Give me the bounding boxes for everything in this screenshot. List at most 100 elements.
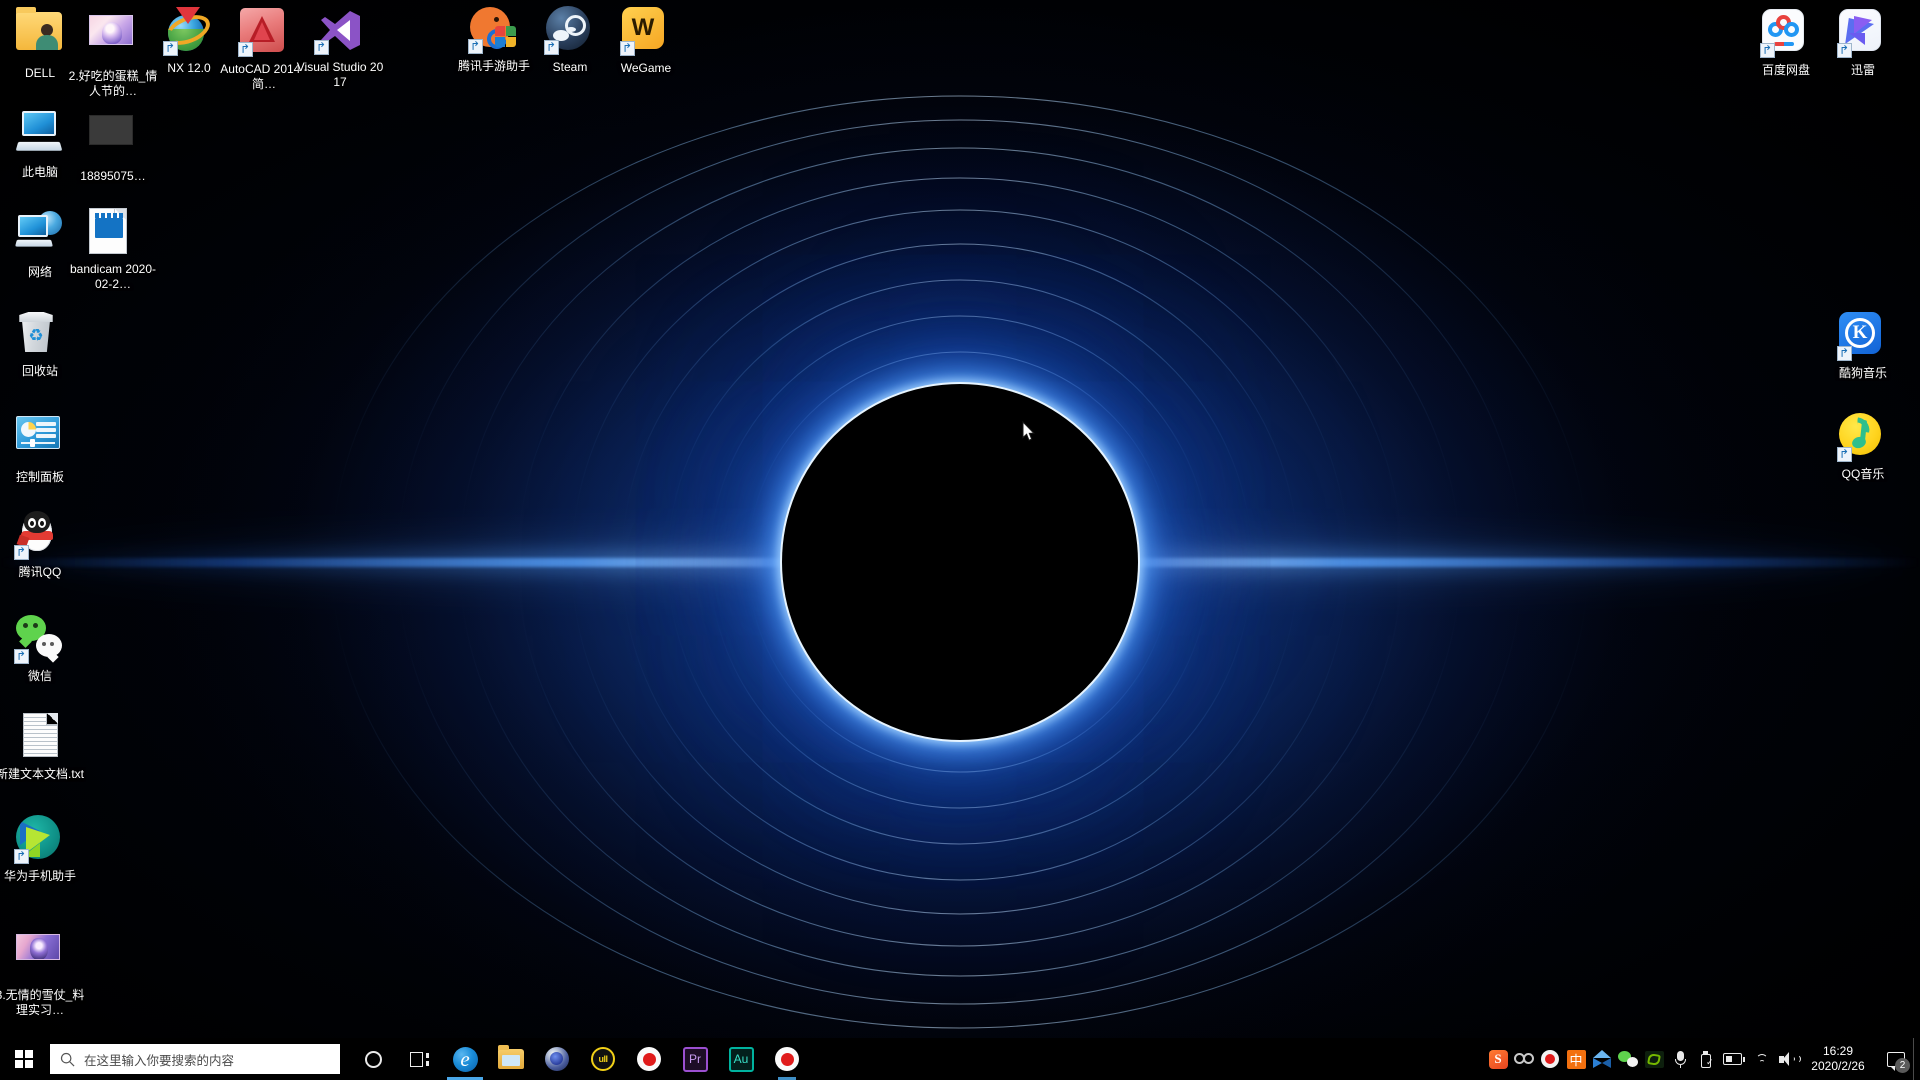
steam-icon <box>544 6 594 55</box>
search-input[interactable]: 在这里输入你要搜索的内容 <box>50 1044 340 1074</box>
shortcut-arrow-icon <box>1837 447 1852 462</box>
shortcut-arrow-icon <box>544 40 559 55</box>
shortcut-arrow-icon <box>468 39 483 54</box>
usb-icon: ✓ <box>1700 1050 1714 1068</box>
autocad-icon <box>238 8 288 57</box>
desktop-icon-wechat[interactable]: 微信 <box>0 611 86 684</box>
desktop-icon-text-document[interactable]: 新建文本文档.txt <box>0 712 86 782</box>
tray-microphone-button[interactable] <box>1667 1038 1693 1080</box>
browser-sphere-icon <box>545 1047 569 1071</box>
volume-icon <box>1779 1051 1801 1067</box>
baidu-netdisk-icon <box>1760 9 1810 58</box>
desktop-icon-tencent-qq[interactable]: 腾讯QQ <box>0 510 86 580</box>
cube-icon <box>1593 1050 1611 1068</box>
tray-wechat-button[interactable] <box>1615 1038 1641 1080</box>
control-panel-icon <box>16 416 64 464</box>
shortcut-arrow-icon <box>163 41 178 56</box>
desktop-icon-label: 控制面板 <box>15 470 64 484</box>
eclipse-black-disc <box>788 390 1132 734</box>
record-icon <box>775 1047 799 1071</box>
microphone-icon <box>1674 1050 1686 1068</box>
taskbar-task-view-button[interactable] <box>396 1038 442 1080</box>
taskbar[interactable]: 在这里输入你要搜索的内容 e ull Pr Au S 中 ✓ 16:29 202… <box>0 1038 1920 1080</box>
dark-thumbnail-icon <box>89 115 137 163</box>
tray-network-button[interactable] <box>1749 1038 1775 1080</box>
shortcut-arrow-icon <box>620 41 635 56</box>
clock-time: 16:29 <box>1822 1044 1854 1058</box>
taskbar-audition-button[interactable]: Au <box>718 1038 764 1080</box>
wechat-small-icon <box>1618 1051 1638 1067</box>
system-tray[interactable]: S 中 ✓ 16:29 2020/2/26 2 <box>1485 1038 1920 1080</box>
network-icon <box>15 211 64 259</box>
desktop-icon-label: 新建文本文档.txt <box>0 767 84 781</box>
tencent-qq-icon <box>14 511 64 560</box>
desktop-icon-bandicam-video[interactable]: bandicam 2020-02-2… <box>67 207 159 291</box>
desktop-icon-label: 回收站 <box>21 364 58 378</box>
desktop-icon-kugou-music[interactable]: K 酷狗音乐 <box>1817 309 1909 381</box>
huawei-hisuite-icon <box>14 815 64 864</box>
thunder-xunlei-icon <box>1837 9 1887 58</box>
desktop-icon-label: 微信 <box>27 669 52 683</box>
shortcut-arrow-icon <box>14 545 29 560</box>
recycle-bin-icon: ♻ <box>16 310 64 358</box>
desktop-icon-dark-thumb[interactable]: 18895075… <box>67 106 159 184</box>
tray-ime-chinese-button[interactable]: 中 <box>1563 1038 1589 1080</box>
desktop-icon-label: 酷狗音乐 <box>1838 366 1887 380</box>
desktop-icon-wegame[interactable]: W WeGame <box>600 4 692 76</box>
start-button[interactable] <box>0 1038 48 1080</box>
taskbar-app-yellow-button[interactable]: ull <box>580 1038 626 1080</box>
taskbar-edge-button[interactable]: e <box>442 1038 488 1080</box>
wifi-icon <box>1753 1052 1771 1066</box>
tray-sogou-input-button[interactable]: S <box>1485 1038 1511 1080</box>
tray-battery-button[interactable] <box>1719 1038 1749 1080</box>
record-icon <box>637 1047 661 1071</box>
this-pc-icon <box>15 111 64 159</box>
nx-icon <box>161 7 215 56</box>
notification-badge: 2 <box>1895 1058 1910 1073</box>
desktop-icon-huawei-hisuite[interactable]: 华为手机助手 <box>0 813 86 884</box>
desktop-icon-qq-music[interactable]: QQ音乐 <box>1817 410 1909 482</box>
tray-virtualbox-button[interactable] <box>1589 1038 1615 1080</box>
desktop-icon-thunder-xunlei[interactable]: 迅雷 <box>1817 6 1909 78</box>
tray-usb-button[interactable]: ✓ <box>1693 1038 1719 1080</box>
search-placeholder: 在这里输入你要搜索的内容 <box>84 1053 235 1068</box>
taskbar-browser-button[interactable] <box>534 1038 580 1080</box>
bandicam-video-icon <box>89 208 137 256</box>
audition-icon: Au <box>728 1046 754 1072</box>
tray-recorder-button[interactable] <box>1537 1038 1563 1080</box>
nvidia-icon <box>1644 1050 1664 1068</box>
qq-music-icon <box>1837 413 1887 462</box>
desktop-icon-control-panel[interactable]: 控制面板 <box>0 409 86 485</box>
wegame-icon: W <box>620 7 670 56</box>
tray-volume-button[interactable] <box>1775 1038 1801 1080</box>
tray-link-button[interactable] <box>1511 1038 1537 1080</box>
kugou-music-icon: K <box>1837 312 1887 361</box>
battery-charging-icon <box>1723 1053 1745 1065</box>
desktop-icon-label: 华为手机助手 <box>3 869 76 883</box>
taskbar-cortana-button[interactable] <box>350 1038 396 1080</box>
tencent-gamebuddy-icon <box>468 5 518 54</box>
shortcut-arrow-icon <box>14 649 29 664</box>
edge-icon: e <box>452 1046 478 1072</box>
taskbar-recorder-2-button[interactable] <box>764 1038 810 1080</box>
desktop-icon-label: 腾讯QQ <box>18 565 62 579</box>
tray-nvidia-button[interactable] <box>1641 1038 1667 1080</box>
desktop-icon-visual-studio[interactable]: Visual Studio 2017 <box>294 6 386 89</box>
desktop[interactable]: DELL 2.好吃的蛋糕_情人节的… NX 12.0 AutoCAD 2014 … <box>0 0 1920 1080</box>
shortcut-arrow-icon <box>1837 346 1852 361</box>
link-icon <box>1514 1053 1534 1065</box>
taskbar-file-explorer-button[interactable] <box>488 1038 534 1080</box>
photo-thumbnail-icon <box>89 15 137 63</box>
visual-studio-icon <box>314 6 364 55</box>
photo-thumbnail-icon <box>16 934 64 982</box>
taskbar-clock[interactable]: 16:29 2020/2/26 <box>1801 1044 1879 1074</box>
taskbar-premiere-button[interactable]: Pr <box>672 1038 718 1080</box>
desktop-icon-label: bandicam 2020-02-2… <box>69 262 157 291</box>
notification-center-button[interactable]: 2 <box>1879 1038 1913 1080</box>
desktop-icon-snowfight-photo[interactable]: 3.无情的雪仗_料理实习… <box>0 923 86 1017</box>
show-desktop-button[interactable] <box>1913 1038 1920 1080</box>
desktop-icon-recycle-bin[interactable]: ♻ 回收站 <box>0 308 86 379</box>
search-icon <box>60 1052 75 1066</box>
windows-logo-icon <box>15 1050 33 1068</box>
taskbar-recorder-1-button[interactable] <box>626 1038 672 1080</box>
